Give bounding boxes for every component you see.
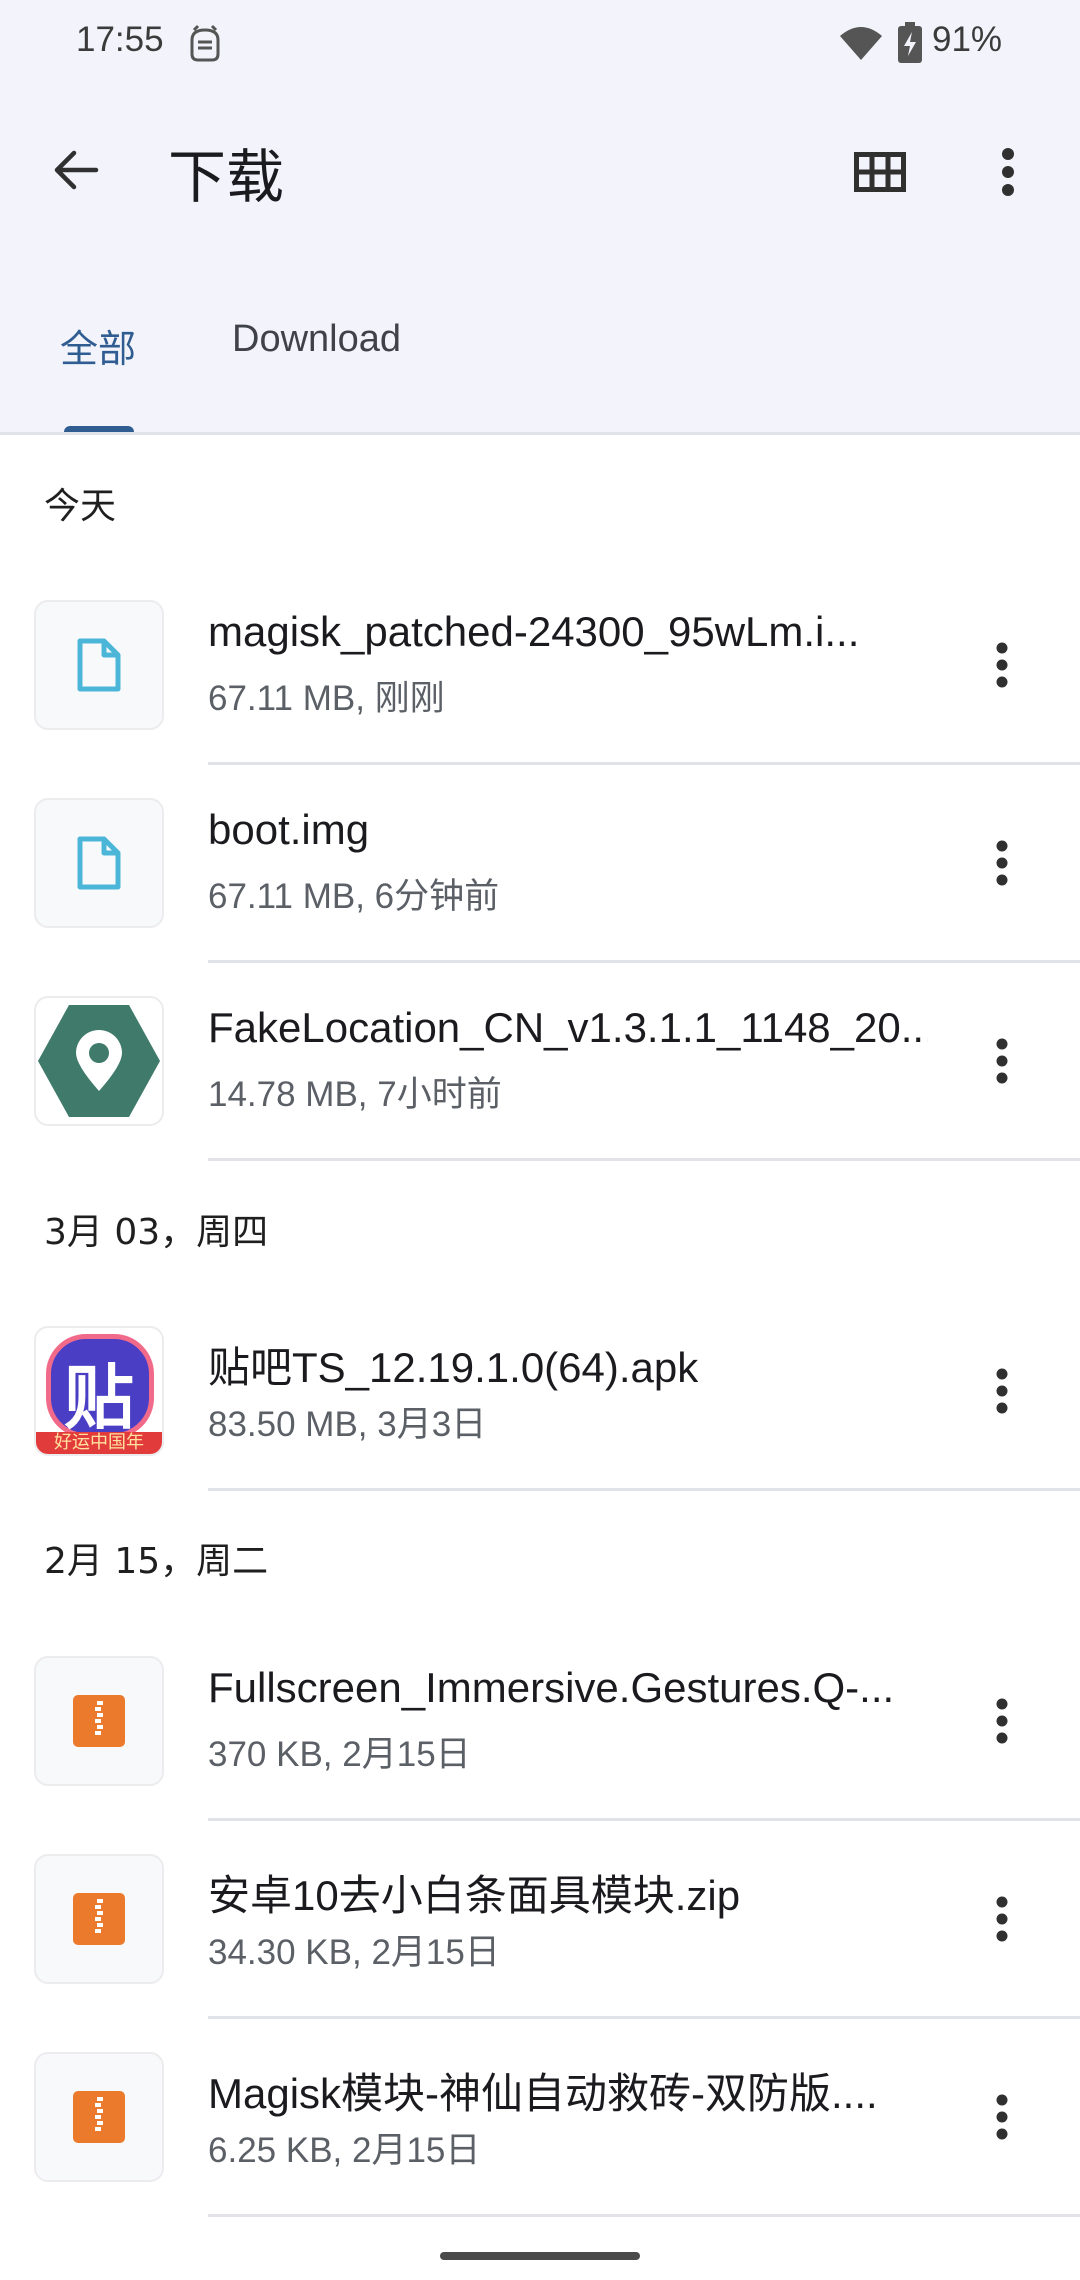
back-button[interactable] [40,134,112,206]
file-meta: 34.30 KB, 2月15日 [208,1933,500,1972]
file-more-button[interactable] [966,2074,1038,2160]
file-row[interactable]: magisk_patched-24300_95wLm.i... 67.11 MB… [0,600,1080,798]
document-file-icon [77,836,121,890]
section-header-feb-15: 2月 15，周二 [44,1541,269,1582]
row-divider [208,2016,1080,2019]
file-row[interactable]: Fullscreen_Immersive.Gestures.Q-... 370 … [0,1656,1080,1854]
file-meta: 370 KB, 2月15日 [208,1735,471,1774]
wifi-icon [838,24,884,62]
section-header-today: 今天 [44,486,117,527]
file-name: 贴吧TS_12.19.1.0(64).apk [208,1344,699,1391]
row-divider [208,762,1080,765]
file-row[interactable]: Magisk模块-神仙自动救砖-双防版.... 6.25 KB, 2月15日 [0,2052,1080,2250]
grid-view-button[interactable] [842,134,918,210]
file-meta: 83.50 MB, 3月3日 [208,1405,487,1444]
tieba-icon-banner: 好运中国年 [36,1432,162,1454]
file-thumbnail [34,996,164,1126]
row-divider [208,1818,1080,1821]
more-vert-icon [996,1698,1008,1744]
file-more-button[interactable] [966,1876,1038,1962]
more-vert-icon [996,642,1008,688]
zip-archive-icon [73,1695,125,1747]
file-thumbnail [34,2052,164,2182]
gesture-navigation-bar[interactable] [440,2252,640,2260]
tieba-app-icon: 贴 好运中国年 [36,1328,162,1454]
file-meta: 14.78 MB, 7小时前 [208,1075,502,1114]
row-divider [208,1488,1080,1491]
file-row[interactable]: 贴 好运中国年 贴吧TS_12.19.1.0(64).apk 83.50 MB,… [0,1326,1080,1524]
battery-charging-icon [896,22,924,64]
file-thumbnail: 贴 好运中国年 [34,1326,164,1456]
status-bar: 17:55 91% [0,0,1080,88]
file-meta: 6.25 KB, 2月15日 [208,2131,481,2170]
file-name: 安卓10去小白条面具模块.zip [208,1872,741,1919]
file-name: magisk_patched-24300_95wLm.i... [208,608,860,655]
more-vert-icon [996,1368,1008,1414]
file-row[interactable]: FakeLocation_CN_v1.3.1.1_1148_20... 14.7… [0,996,1080,1194]
notification-android-icon [186,24,224,64]
document-file-icon [77,638,121,692]
row-divider [208,1158,1080,1161]
file-thumbnail [34,1854,164,1984]
file-more-button[interactable] [966,1678,1038,1764]
status-time: 17:55 [76,20,164,59]
file-meta: 67.11 MB, 6分钟前 [208,877,500,916]
more-vert-icon [996,2094,1008,2140]
file-name: Fullscreen_Immersive.Gestures.Q-... [208,1664,895,1711]
file-meta: 67.11 MB, 刚刚 [208,679,445,718]
tab-all[interactable]: 全部 [60,318,136,373]
grid-view-icon [854,152,906,192]
battery-percentage: 91% [932,20,1003,59]
more-vert-icon [1002,148,1014,196]
zip-archive-icon [73,1893,125,1945]
page-title: 下载 [168,143,285,211]
file-name: FakeLocation_CN_v1.3.1.1_1148_20... [208,1004,928,1051]
file-name: Magisk模块-神仙自动救砖-双防版.... [208,2070,878,2117]
more-vert-icon [996,1896,1008,1942]
file-more-button[interactable] [966,820,1038,906]
zip-archive-icon [73,2091,125,2143]
arrow-back-icon [54,150,99,190]
tabs-divider [0,432,1080,435]
row-divider [208,960,1080,963]
file-thumbnail [34,600,164,730]
tieba-icon-glyph: 贴 [64,1357,134,1439]
row-divider [208,2214,1080,2217]
file-name: boot.img [208,806,370,853]
file-more-button[interactable] [966,1018,1038,1104]
file-more-button[interactable] [966,1348,1038,1434]
file-more-button[interactable] [966,622,1038,708]
file-thumbnail [34,1656,164,1786]
file-row[interactable]: 安卓10去小白条面具模块.zip 34.30 KB, 2月15日 [0,1854,1080,2052]
tab-download[interactable]: Download [232,318,401,361]
more-options-button[interactable] [970,134,1046,210]
more-vert-icon [996,1038,1008,1084]
file-row[interactable]: boot.img 67.11 MB, 6分钟前 [0,798,1080,996]
section-header-mar-03: 3月 03，周四 [44,1212,269,1253]
fakelocation-app-icon [38,1005,160,1117]
more-vert-icon [996,840,1008,886]
file-thumbnail [34,798,164,928]
